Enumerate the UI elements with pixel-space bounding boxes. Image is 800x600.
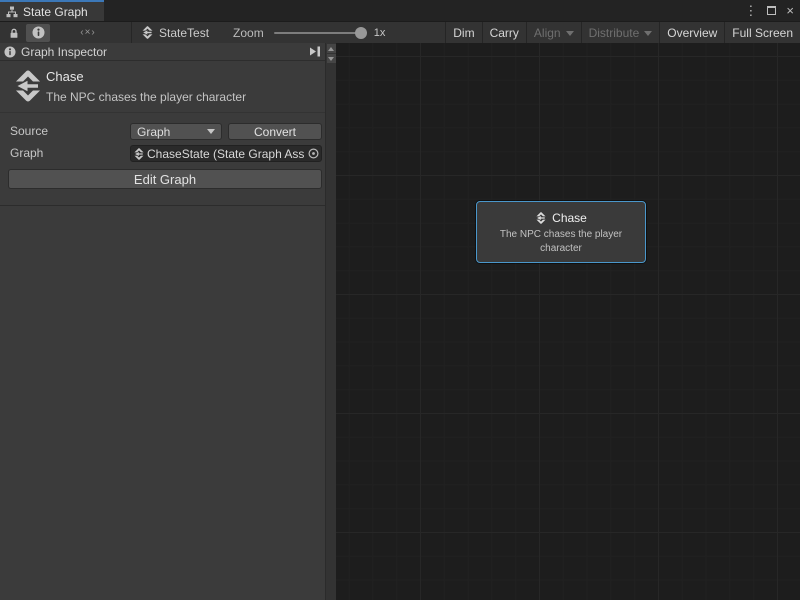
main-area: Graph Inspector Chase The [0, 43, 800, 600]
kebab-menu-icon[interactable]: ⋮ [744, 0, 757, 21]
breadcrumb-label: StateTest [159, 26, 209, 40]
info-icon [32, 26, 45, 39]
object-picker-icon[interactable] [306, 147, 320, 160]
graph-hierarchy-icon [6, 6, 18, 18]
state-node-chase[interactable]: Chase The NPC chases the player characte… [476, 201, 646, 263]
chevron-down-icon [644, 31, 652, 36]
state-graph-icon [535, 212, 547, 224]
scroll-down-icon[interactable] [327, 54, 336, 63]
graph-toolbar: ‹×› StateTest Zoom 1x Dim Carry Align Di… [0, 21, 800, 43]
scroll-up-icon[interactable] [327, 44, 336, 53]
state-graph-icon [12, 70, 44, 102]
connections-toggle-button[interactable]: ‹×› [73, 24, 103, 42]
carry-button[interactable]: Carry [482, 22, 526, 44]
graph-inspector-panel: Graph Inspector Chase The [0, 43, 336, 600]
chevron-down-icon [566, 31, 574, 36]
fullscreen-button[interactable]: Full Screen [724, 22, 800, 44]
lock-icon [8, 27, 20, 39]
zoom-slider-knob[interactable] [355, 27, 367, 39]
zoom-control: Zoom 1x [233, 26, 385, 40]
state-title: Chase [46, 69, 84, 84]
graph-field-label: Graph [10, 146, 43, 160]
inspector-header-label: Graph Inspector [21, 45, 107, 59]
state-title-block: Chase The NPC chases the player characte… [0, 61, 325, 113]
inspector-header: Graph Inspector [0, 43, 325, 61]
close-icon[interactable]: × [786, 0, 794, 21]
state-graph-icon [133, 148, 145, 160]
zoom-slider[interactable] [274, 32, 364, 34]
source-field-label: Source [10, 124, 48, 138]
graph-object-field[interactable]: ChaseState (State Graph Ass [130, 145, 322, 162]
tab-label: State Graph [23, 5, 88, 19]
graph-object-value: ChaseState (State Graph Ass [147, 147, 304, 161]
state-graph-icon [141, 26, 154, 39]
dock-panel-icon[interactable] [309, 46, 321, 57]
tab-state-graph[interactable]: State Graph [0, 0, 104, 21]
breadcrumb[interactable]: StateTest [132, 26, 219, 40]
state-description: The NPC chases the player character [46, 90, 246, 104]
source-dropdown[interactable]: Graph [130, 123, 222, 140]
toolbar-right-buttons: Dim Carry Align Distribute Overview Full… [445, 22, 800, 44]
edit-graph-button[interactable]: Edit Graph [8, 169, 322, 189]
node-title-row: Chase [477, 211, 645, 225]
chevron-down-icon [207, 129, 215, 134]
overview-button[interactable]: Overview [659, 22, 724, 44]
window-controls: ⋮ × [744, 0, 794, 21]
zoom-label: Zoom [233, 26, 264, 40]
maximize-icon[interactable] [767, 6, 776, 15]
lock-button[interactable] [4, 24, 24, 42]
inspector-toggle-button[interactable] [26, 24, 50, 42]
node-description: The NPC chases the player character [486, 228, 636, 255]
graph-canvas[interactable]: Chase The NPC chases the player characte… [336, 43, 800, 600]
unity-state-graph-window: State Graph ⋮ × ‹×› [0, 0, 800, 600]
distribute-dropdown-button[interactable]: Distribute [581, 22, 660, 44]
convert-button[interactable]: Convert [228, 123, 322, 140]
inspector-scrollbar[interactable] [325, 43, 336, 600]
node-title: Chase [552, 211, 587, 225]
source-dropdown-value: Graph [137, 125, 170, 139]
zoom-value: 1x [374, 27, 386, 39]
inspector-divider [0, 205, 325, 206]
dim-button[interactable]: Dim [445, 22, 481, 44]
align-dropdown-button[interactable]: Align [526, 22, 581, 44]
tab-bar: State Graph ⋮ × [0, 0, 800, 21]
info-icon [4, 46, 16, 58]
